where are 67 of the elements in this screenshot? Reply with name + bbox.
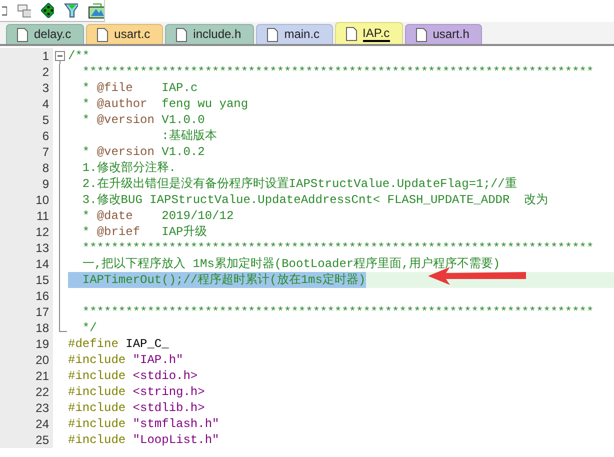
- line-number: 9: [0, 176, 53, 192]
- code-text: #include "IAP.h": [68, 352, 184, 368]
- line-number: 25: [0, 432, 53, 448]
- code-text: 2.在升级出错但是没有备份程序时设置IAPStructValue.UpdateFlag=1;//重: [81, 176, 517, 192]
- code-text: 1.修改部分注释.: [81, 160, 176, 176]
- line-number: 17: [0, 304, 53, 320]
- line-number: 14: [0, 256, 53, 272]
- window-icon[interactable]: [88, 2, 104, 18]
- line-number: 16: [0, 288, 53, 304]
- file-tab[interactable]: usart.c: [86, 24, 164, 44]
- line-number: 11: [0, 208, 53, 224]
- code-text: * @date 2019/10/12: [81, 208, 234, 224]
- line-number: 20: [0, 352, 53, 368]
- code-text: */: [81, 320, 97, 336]
- line-number: 2: [0, 64, 53, 80]
- line-number: 13: [0, 240, 53, 256]
- toolbar-icon[interactable]: [2, 4, 8, 16]
- diamond-icon[interactable]: [41, 3, 54, 18]
- code-text: #include <string.h>: [68, 384, 205, 400]
- code-text: IAPTimerOut();//程序超时累计(放在1ms定时器): [68, 272, 366, 288]
- windows-icon[interactable]: [17, 4, 32, 18]
- code-text: 一,把以下程序放入 1Ms累加定时器(BootLoader程序里面,用户程序不需要): [81, 256, 500, 272]
- code-text: ***********************************************************************: [81, 304, 594, 320]
- file-icon: [267, 28, 278, 42]
- line-number: 3: [0, 80, 53, 96]
- code-text: #define IAP_C_: [68, 336, 169, 352]
- line-number: 8: [0, 160, 53, 176]
- file-tab[interactable]: usart.h: [404, 24, 482, 44]
- line-number: 23: [0, 400, 53, 416]
- file-tab[interactable]: IAP.c: [334, 22, 403, 44]
- code-text: #include <stdlib.h>: [68, 400, 205, 416]
- line-number: 7: [0, 144, 53, 160]
- line-number: 6: [0, 128, 53, 144]
- file-tab[interactable]: delay.c: [6, 24, 84, 44]
- line-number: 5: [0, 112, 53, 128]
- line-number: 24: [0, 416, 53, 432]
- code-text: ***********************************************************************: [81, 240, 594, 256]
- file-icon: [17, 28, 28, 42]
- code-text: * @brief IAP升级: [81, 224, 208, 240]
- funnel-icon[interactable]: [64, 3, 78, 18]
- line-number: 19: [0, 336, 53, 352]
- code-text: /**: [68, 48, 90, 64]
- line-number: 1: [0, 48, 53, 64]
- code-text: #include <stdio.h>: [68, 368, 198, 384]
- line-number: 22: [0, 384, 53, 400]
- code-text: 3.修改BUG IAPStructValue.UpdateAddressCnt< FLASH_UPDATE_ADDR 改为: [81, 192, 548, 208]
- line-number: 12: [0, 224, 53, 240]
- file-icon: [97, 28, 108, 42]
- code-text: * @version V1.0.0: [81, 112, 205, 128]
- code-text: * @author feng wu yang: [81, 96, 248, 112]
- line-number: 21: [0, 368, 53, 384]
- file-tab[interactable]: include.h: [165, 24, 254, 44]
- file-icon: [416, 28, 427, 42]
- file-icon: [176, 28, 188, 42]
- file-tab[interactable]: main.c: [256, 24, 333, 44]
- code-text: * @file IAP.c: [81, 80, 198, 96]
- code-text: #include "stmflash.h": [68, 416, 220, 432]
- code-text: ***********************************************************************: [81, 64, 594, 80]
- line-number: 18: [0, 320, 53, 336]
- code-text: * @version V1.0.2: [81, 144, 205, 160]
- code-text: :基础版本: [160, 128, 217, 144]
- fold-collapse-icon[interactable]: [55, 48, 66, 64]
- line-number: 15: [0, 272, 53, 288]
- file-icon: [346, 26, 357, 40]
- line-number: 4: [0, 96, 53, 112]
- code-text: #include "LoopList.h": [68, 432, 220, 448]
- line-number: 10: [0, 192, 53, 208]
